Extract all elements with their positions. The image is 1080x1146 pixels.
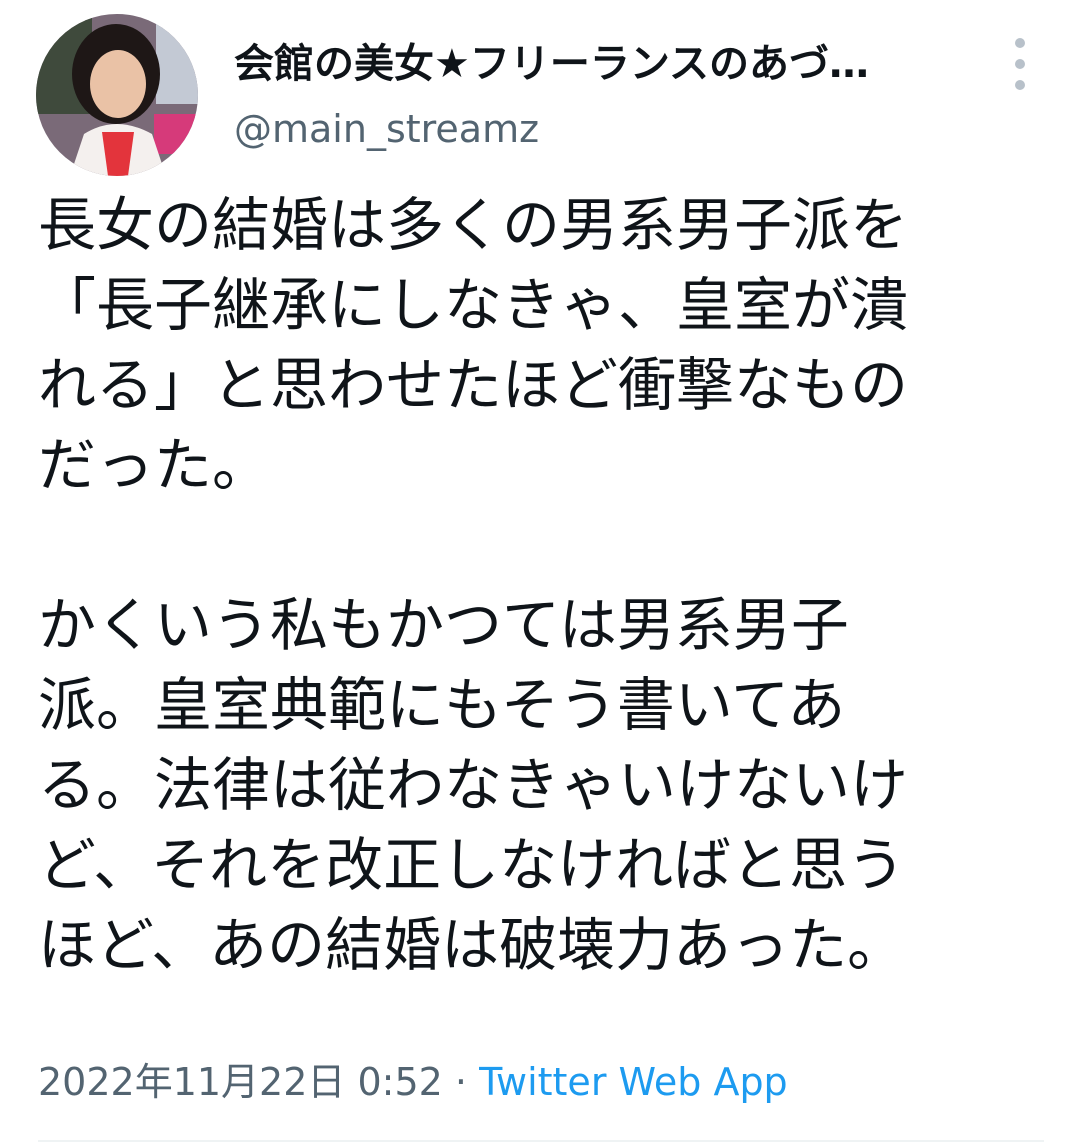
avatar[interactable] (36, 14, 198, 176)
tweet-text-line: ほど、あの結婚は破壊力あった。 (38, 911, 906, 979)
tweet-text-line: る。法律は従わなきゃいけないけ (38, 751, 909, 819)
meta-separator: · (442, 1060, 480, 1104)
tweet-text-line: 「長子継承にしなきゃ、皇室が潰 (38, 271, 909, 339)
dot (1015, 80, 1025, 90)
tweet-text-line: かくいう私もかつては男系男子 (38, 591, 849, 659)
source-link[interactable]: Twitter Web App (479, 1060, 788, 1104)
tweet-text: 長女の結婚は多くの男系男子派を 「長子継承にしなきゃ、皇室が潰 れる」と思わせた… (38, 185, 1048, 985)
author-handle[interactable]: @main_streamz (234, 104, 539, 154)
dot (1015, 38, 1025, 48)
tweet-meta: 2022年11月22日 0:52 · Twitter Web App (38, 1056, 788, 1108)
tweet-text-line: だった。 (38, 431, 271, 499)
author-display-name[interactable]: 会館の美女★フリーランスのあづ… (234, 38, 964, 90)
tweet-text-line: ど、それを改正しなければと思う (38, 831, 906, 899)
timestamp[interactable]: 2022年11月22日 0:52 (38, 1060, 443, 1104)
tweet-text-line: れる」と思わせたほど衝撃なもの (38, 351, 909, 419)
more-options-icon[interactable] (998, 38, 1042, 90)
divider (38, 1140, 1044, 1142)
dot (1015, 59, 1025, 69)
tweet-text-line: 長女の結婚は多くの男系男子派を (38, 191, 909, 259)
tweet-text-line: 派。皇室典範にもそう書いてあ (38, 671, 846, 739)
tweet-header: 会館の美女★フリーランスのあづ… @main_streamz (0, 0, 1080, 180)
